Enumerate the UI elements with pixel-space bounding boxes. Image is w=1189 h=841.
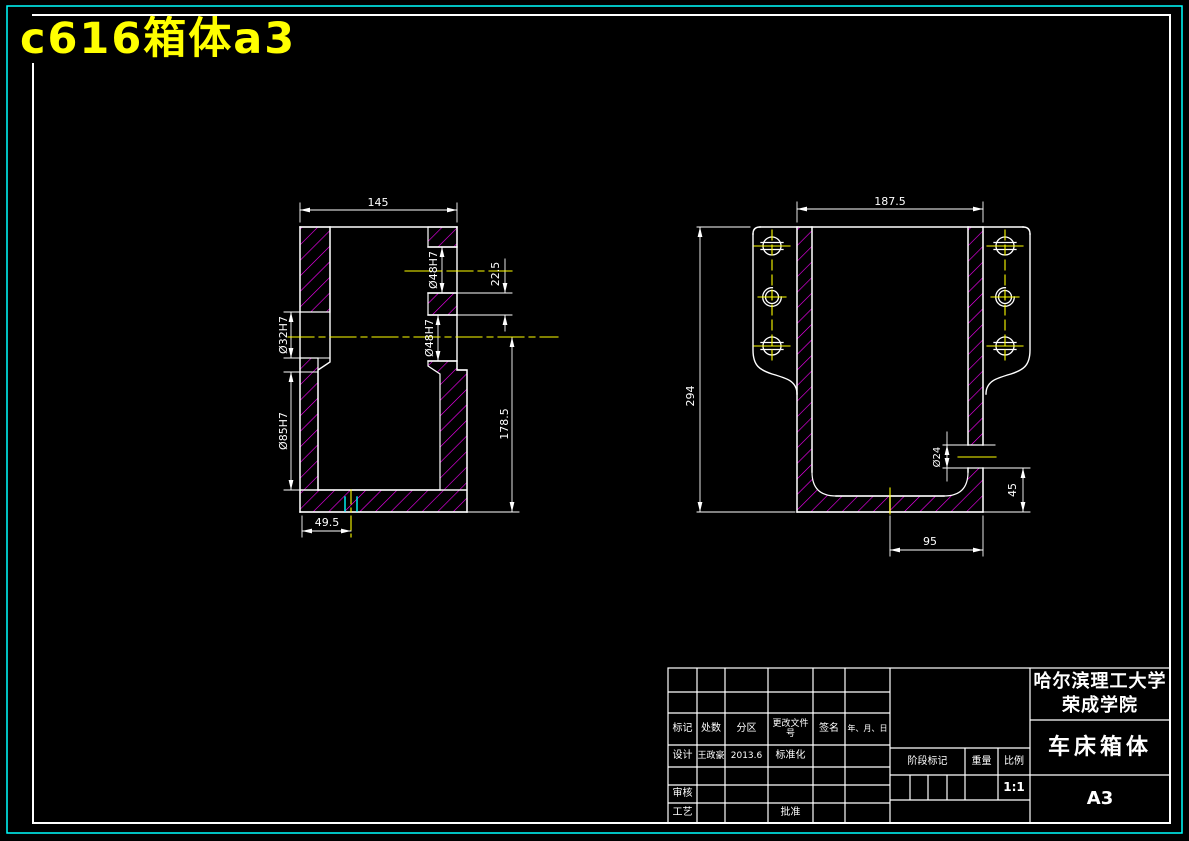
tb-school-line2: 荣成学院 (1062, 695, 1138, 716)
dim-label-bore-upper: Ø48H7 (427, 251, 440, 289)
tb-cell-review: 审核 (672, 788, 693, 800)
tb-header-stage-mark: 阶段标记 (907, 755, 948, 767)
part-outline (752, 226, 1031, 513)
tb-cell-approve: 批准 (780, 807, 801, 819)
dim-label-width: 187.5 (874, 195, 906, 208)
dim-label-hole: Ø24 (931, 447, 943, 468)
tb-header-weight: 重量 (971, 755, 992, 767)
inner-frame (32, 14, 1171, 824)
dim-label-step: 22.5 (489, 262, 502, 287)
tb-school-line1: 哈尔滨理工大学 (1033, 670, 1167, 692)
dim-label-base-width: 95 (923, 535, 937, 548)
right-front-view: 187.5 294 Ø24 45 95 (684, 195, 1031, 557)
tb-school: 哈尔滨理工大学 荣成学院 (1030, 668, 1170, 720)
dim-label-width: 145 (368, 196, 389, 209)
tb-sheet-size: A3 (1086, 787, 1114, 809)
tb-cell-process: 工艺 (672, 807, 693, 819)
tb-header-scale: 比例 (1004, 755, 1024, 767)
hatched-walls (796, 226, 984, 513)
outer-frame (6, 5, 1183, 834)
dim-label-height: 178.5 (498, 408, 511, 440)
page-title: c616箱体a3 (14, 15, 303, 64)
tb-cell-designer: 王政豪 (697, 750, 725, 761)
dim-label-height: 294 (684, 386, 697, 407)
tb-header-change-doc: 更改文件号 (772, 718, 809, 739)
tb-cell-standardize: 标准化 (775, 750, 806, 762)
tb-cell-design-date: 2013.6 (730, 750, 763, 761)
tb-header-date: 年、月、日 (847, 724, 888, 734)
tb-header-signature: 签名 (819, 723, 839, 735)
dim-label-hole-height: 45 (1006, 483, 1019, 497)
dim-label-bore-left: Ø32H7 (277, 316, 290, 354)
tb-header-mark: 标记 (672, 723, 693, 735)
dim-label-bore-lower: Ø48H7 (423, 319, 436, 357)
dim-label-base: 49.5 (315, 516, 340, 529)
tb-scale-value: 1:1 (1003, 779, 1025, 794)
dim-label-bore-main: Ø85H7 (277, 412, 290, 450)
tb-header-count: 处数 (701, 723, 721, 735)
left-section-view: 145 Ø48H7 Ø48H7 Ø32H7 Ø85H7 22.5 178.5 4… (277, 196, 559, 538)
tb-cell-design: 设计 (672, 750, 693, 762)
tb-drawing-title: 车床箱体 (1047, 734, 1152, 760)
cad-viewer: { "page": { "title": "c616箱体a3" }, "colo… (0, 0, 1189, 841)
cad-canvas: 145 Ø48H7 Ø48H7 Ø32H7 Ø85H7 22.5 178.5 4… (6, 5, 1183, 834)
tb-header-zone: 分区 (736, 723, 757, 735)
